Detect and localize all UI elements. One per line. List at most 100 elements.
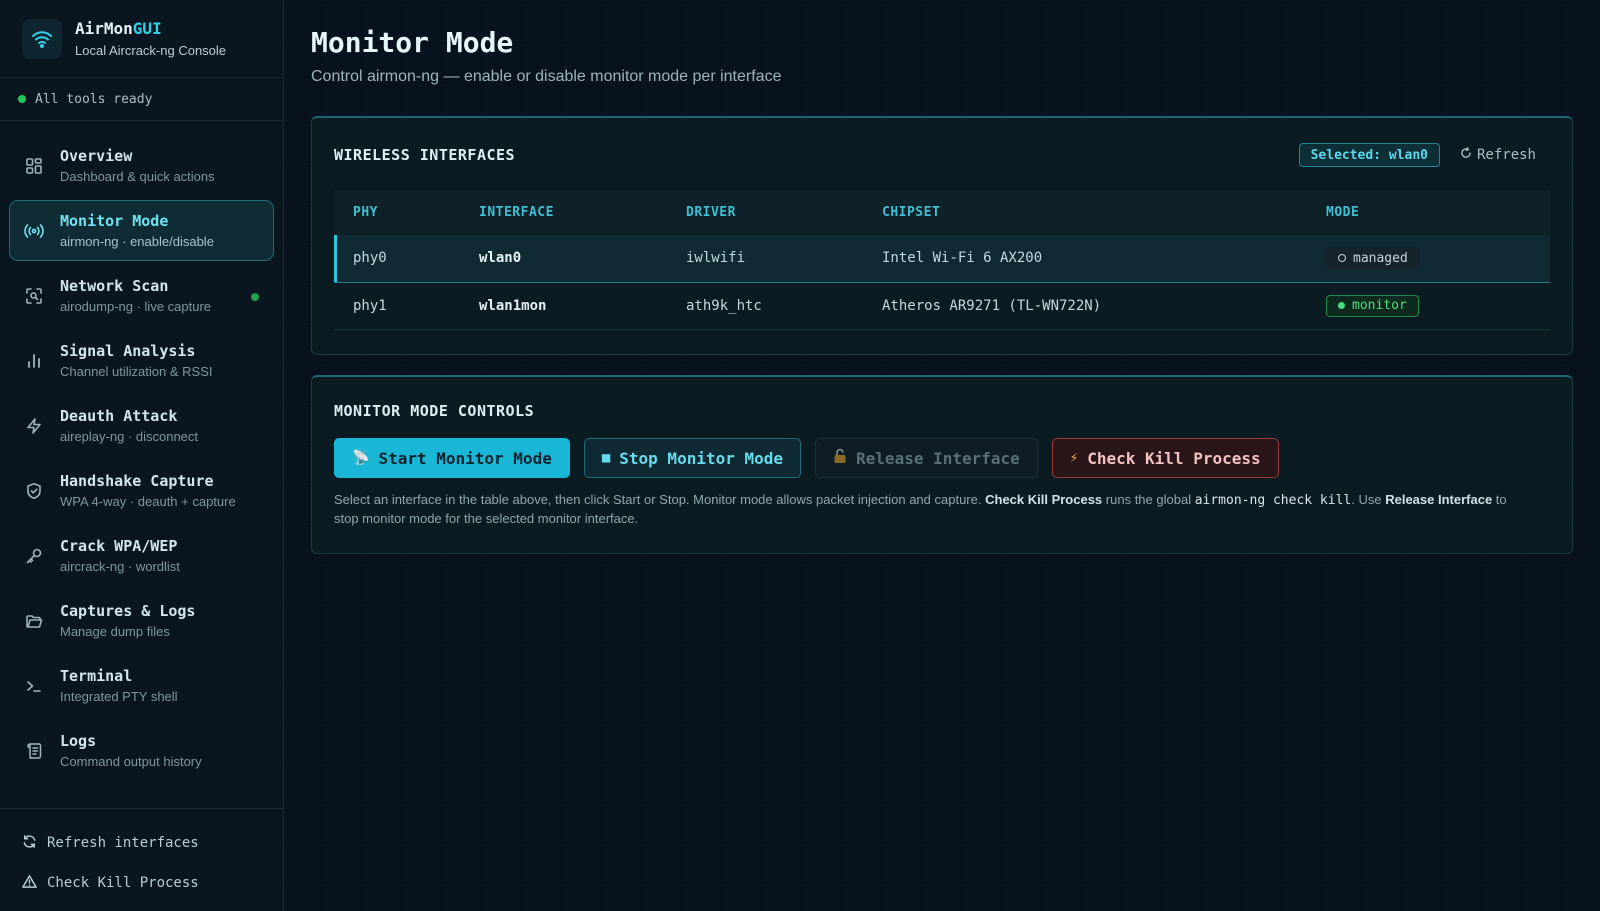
- grid-icon: [24, 156, 44, 176]
- column-header[interactable]: INTERFACE: [460, 190, 667, 235]
- broadcast-icon: [24, 221, 44, 241]
- table-header: PHY INTERFACE DRIVER CHIPSET MODE: [334, 190, 1550, 235]
- sidebar-item-sub: Command output history: [60, 754, 202, 769]
- sidebar-item-label: Logs: [60, 732, 97, 750]
- column-header[interactable]: DRIVER: [667, 190, 863, 235]
- sidebar-item-monitor-mode[interactable]: Monitor Mode airmon-ng · enable/disable: [9, 200, 274, 261]
- shield-icon: [24, 481, 44, 501]
- sidebar-item-logs[interactable]: Logs Command output history: [9, 720, 274, 781]
- cell-phy: phy0: [353, 250, 387, 267]
- sidebar-item-sub: airmon-ng · enable/disable: [60, 234, 214, 249]
- mode-badge-monitor: monitor: [1326, 294, 1419, 317]
- sidebar-item-network-scan[interactable]: Network Scan airodump-ng · live capture: [9, 265, 274, 326]
- terminal-icon: [24, 676, 44, 696]
- sidebar-item-sub: aireplay-ng · disconnect: [60, 429, 199, 444]
- cell-phy: phy1: [353, 297, 387, 314]
- monitor-mode-controls-card: MONITOR MODE CONTROLS 📡 Start Monitor Mo…: [311, 375, 1573, 554]
- main-content: Monitor Mode Control airmon-ng — enable …: [285, 0, 1600, 911]
- cell-chipset: Atheros AR9271 (TL-WN722N): [882, 297, 1102, 314]
- sidebar-item-sub: Integrated PTY shell: [60, 689, 178, 704]
- sidebar-nav: Overview Dashboard & quick actions Monit…: [0, 121, 283, 781]
- lightning-icon: [24, 416, 44, 436]
- sidebar-item-deauth-attack[interactable]: Deauth Attack aireplay-ng · disconnect: [9, 395, 274, 456]
- status-dot: [18, 95, 26, 103]
- app-title: AirMonGUI: [75, 19, 162, 38]
- activity-dot: [251, 293, 259, 301]
- column-header[interactable]: PHY: [334, 190, 460, 235]
- sidebar-item-sub: WPA 4-way · deauth + capture: [60, 494, 236, 509]
- warning-icon: [22, 874, 37, 893]
- sidebar-item-overview[interactable]: Overview Dashboard & quick actions: [9, 135, 274, 196]
- key-icon: [24, 546, 44, 566]
- mode-label: managed: [1353, 250, 1408, 266]
- refresh-icon: [22, 834, 37, 853]
- scan-icon: [24, 286, 44, 306]
- button-label: Stop Monitor Mode: [619, 448, 784, 468]
- selected-interface-badge: Selected: wlan0: [1298, 143, 1440, 167]
- cell-mode: managed: [1307, 235, 1550, 282]
- sidebar-item-signal-analysis[interactable]: Signal Analysis Channel utilization & RS…: [9, 330, 274, 391]
- stop-square-icon: ■: [601, 450, 611, 466]
- table-row[interactable]: phy0 wlan0 iwlwifi Intel Wi-Fi 6 AX200 m…: [334, 235, 1550, 282]
- refresh-label: Refresh: [1476, 147, 1536, 163]
- sidebar-item-captures-logs[interactable]: Captures & Logs Manage dump files: [9, 590, 274, 651]
- card-title: WIRELESS INTERFACES: [334, 146, 516, 164]
- check-kill-process-label: Check Kill Process: [47, 875, 199, 891]
- interfaces-table: PHY INTERFACE DRIVER CHIPSET MODE phy0 w…: [334, 190, 1550, 330]
- sidebar-item-terminal[interactable]: Terminal Integrated PTY shell: [9, 655, 274, 716]
- sidebar-item-sub: aircrack-ng · wordlist: [60, 559, 180, 574]
- table-row[interactable]: phy1 wlan1mon ath9k_htc Atheros AR9271 (…: [334, 282, 1550, 329]
- sidebar-item-sub: Dashboard & quick actions: [60, 169, 215, 184]
- button-label: Check Kill Process: [1087, 448, 1261, 468]
- app-subtitle: Local Aircrack-ng Console: [75, 43, 227, 58]
- sidebar-item-sub: airodump-ng · live capture: [60, 299, 212, 314]
- start-monitor-mode-button[interactable]: 📡 Start Monitor Mode: [334, 438, 570, 478]
- lightning-icon: ⚡: [1069, 450, 1079, 466]
- circle-filled-icon: [1338, 302, 1345, 309]
- check-kill-process-button[interactable]: Check Kill Process: [0, 863, 283, 903]
- card-title: MONITOR MODE CONTROLS: [334, 402, 535, 420]
- circle-outline-icon: [1338, 254, 1346, 263]
- sidebar-item-label: Deauth Attack: [60, 407, 178, 425]
- refresh-interfaces-label: Refresh interfaces: [47, 835, 199, 851]
- controls-button-row: 📡 Start Monitor Mode ■ Stop Monitor Mode…: [334, 438, 1293, 478]
- sidebar: AirMonGUI Local Aircrack-ng Console All …: [0, 0, 284, 911]
- wifi-icon: [22, 18, 62, 59]
- sidebar-item-label: Monitor Mode: [60, 212, 169, 230]
- sidebar-item-sub: Manage dump files: [60, 624, 170, 639]
- sidebar-item-label: Terminal: [60, 667, 133, 685]
- sidebar-footer: Refresh interfaces Check Kill Process: [0, 808, 283, 911]
- mode-badge-managed: managed: [1326, 247, 1420, 270]
- refresh-button[interactable]: Refresh: [1460, 147, 1536, 163]
- sidebar-item-crack[interactable]: Crack WPA/WEP aircrack-ng · wordlist: [9, 525, 274, 586]
- sidebar-item-handshake-capture[interactable]: Handshake Capture WPA 4-way · deauth + c…: [9, 460, 274, 521]
- wireless-interfaces-card: WIRELESS INTERFACES Selected: wlan0 Refr…: [311, 116, 1573, 355]
- status-text: All tools ready: [35, 91, 153, 107]
- sidebar-item-label: Overview: [60, 147, 133, 165]
- help-text: Select an interface in the table above, …: [334, 492, 1507, 526]
- cell-chipset: Intel Wi-Fi 6 AX200: [882, 250, 1043, 267]
- page-subtitle: Control airmon-ng — enable or disable mo…: [311, 68, 782, 85]
- cell-interface: wlan1mon: [479, 297, 547, 314]
- cell-mode: monitor: [1307, 282, 1550, 329]
- sidebar-item-sub: Channel utilization & RSSI: [60, 364, 213, 379]
- button-label: Start Monitor Mode: [378, 448, 552, 468]
- status-indicator: All tools ready: [0, 78, 283, 121]
- help-bold-check-kill: Check Kill Process: [985, 492, 1103, 507]
- mode-label: monitor: [1352, 298, 1407, 313]
- sidebar-item-label: Signal Analysis: [60, 342, 196, 360]
- cell-interface: wlan0: [479, 250, 522, 267]
- cell-driver: iwlwifi: [686, 250, 746, 267]
- column-header[interactable]: MODE: [1307, 190, 1550, 235]
- sidebar-item-label: Handshake Capture: [60, 472, 214, 490]
- column-header[interactable]: CHIPSET: [863, 190, 1307, 235]
- stop-monitor-mode-button[interactable]: ■ Stop Monitor Mode: [583, 438, 802, 478]
- check-kill-process-action-button[interactable]: ⚡ Check Kill Process: [1051, 438, 1279, 478]
- button-label: Release Interface: [856, 448, 1020, 468]
- satellite-dish-icon: 📡: [352, 450, 370, 466]
- refresh-interfaces-button[interactable]: Refresh interfaces: [0, 823, 283, 863]
- page-title: Monitor Mode: [311, 26, 514, 59]
- scroll-icon: [24, 741, 44, 761]
- release-interface-button[interactable]: Release Interface: [815, 438, 1038, 478]
- bar-chart-icon: [24, 351, 44, 371]
